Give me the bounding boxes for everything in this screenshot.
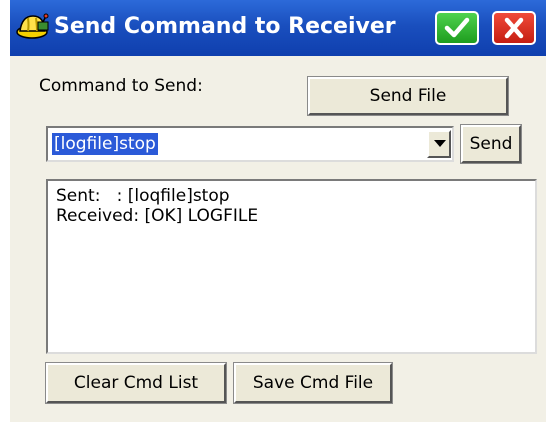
window-title: Send Command to Receiver xyxy=(54,14,396,39)
close-button[interactable] xyxy=(492,11,536,45)
chevron-down-icon xyxy=(434,140,446,147)
clear-cmd-list-label: Clear Cmd List xyxy=(73,373,199,393)
send-button-label: Send xyxy=(469,134,513,154)
ok-button[interactable] xyxy=(435,11,479,45)
send-command-window: Send Command to Receiver Command to Send… xyxy=(10,0,546,422)
command-to-send-label: Command to Send: xyxy=(39,76,203,96)
combobox-dropdown-button[interactable] xyxy=(427,130,451,158)
send-file-button-label: Send File xyxy=(369,86,447,106)
close-x-icon xyxy=(504,17,524,39)
send-button[interactable]: Send xyxy=(460,124,522,164)
log-line-sent: Sent: : [loqfile]stop xyxy=(56,186,230,206)
save-cmd-file-button[interactable]: Save Cmd File xyxy=(233,362,393,404)
command-log[interactable]: Sent: : [loqfile]stop Received: [OK] LOG… xyxy=(46,179,537,354)
command-value[interactable]: [logfile]stop xyxy=(52,133,158,155)
checkmark-icon xyxy=(444,17,470,38)
clear-cmd-list-button[interactable]: Clear Cmd List xyxy=(45,362,227,404)
hardhat-satellite-icon xyxy=(16,12,50,42)
save-cmd-file-label: Save Cmd File xyxy=(252,373,374,393)
command-combobox[interactable]: [logfile]stop xyxy=(46,126,454,162)
title-bar: Send Command to Receiver xyxy=(10,0,546,56)
send-file-button[interactable]: Send File xyxy=(307,76,509,116)
log-line-received: Received: [OK] LOGFILE xyxy=(56,206,259,226)
